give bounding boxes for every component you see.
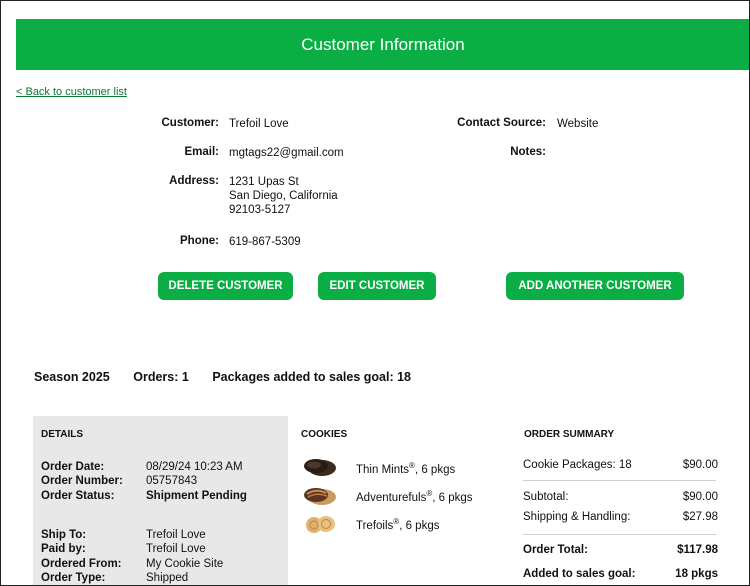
order-type-value: Shipped bbox=[146, 572, 189, 584]
back-to-customer-list-link[interactable]: < Back to customer list bbox=[16, 86, 127, 98]
cookie-packages-value: $90.00 bbox=[682, 459, 718, 471]
sales-goal-value: 18 pkgs bbox=[675, 568, 718, 580]
thin-mints-cookie-icon bbox=[304, 459, 336, 476]
order-type-label: Order Type: bbox=[41, 572, 106, 584]
cookie-qty: , 6 pkgs bbox=[414, 463, 456, 476]
address-label: Address: bbox=[169, 175, 219, 187]
sales-goal-row: Added to sales goal: 18 pkgs bbox=[523, 568, 718, 580]
order-total-label: Order Total: bbox=[523, 544, 588, 556]
contact-source-label: Contact Source: bbox=[457, 117, 546, 129]
order-status-value: Shipment Pending bbox=[146, 490, 247, 502]
sales-goal-label: Added to sales goal: bbox=[523, 568, 636, 580]
phone-label: Phone: bbox=[180, 235, 219, 247]
details-heading: DETAILS bbox=[41, 429, 84, 440]
season-label: Season 2025 bbox=[34, 370, 110, 384]
order-date-label: Order Date: bbox=[41, 461, 105, 473]
cookie-item-trefoils: Trefoils®, 6 pkgs bbox=[356, 517, 439, 532]
order-total-value: $117.98 bbox=[677, 544, 718, 556]
cookies-heading: COOKIES bbox=[301, 429, 348, 440]
notes-label: Notes: bbox=[510, 146, 546, 158]
paid-by-value: Trefoil Love bbox=[146, 543, 206, 555]
cookie-qty: , 6 pkgs bbox=[432, 491, 473, 504]
order-status-label: Order Status: bbox=[41, 490, 115, 502]
packages-added: Packages added to sales goal: 18 bbox=[212, 370, 412, 384]
ordered-from-value: My Cookie Site bbox=[146, 558, 224, 570]
add-another-customer-button[interactable]: ADD ANOTHER CUSTOMER bbox=[506, 272, 684, 300]
order-number-value: 05757843 bbox=[146, 475, 198, 487]
phone-value: 619-867-5309 bbox=[229, 236, 301, 248]
orders-count: Orders: 1 bbox=[133, 370, 189, 384]
cookie-packages-label: Cookie Packages: 18 bbox=[523, 459, 632, 471]
ordered-from-label: Ordered From: bbox=[41, 558, 122, 570]
divider bbox=[523, 480, 716, 481]
shipping-label: Shipping & Handling: bbox=[523, 511, 631, 523]
order-number-label: Order Number: bbox=[41, 475, 123, 487]
ship-to-value: Trefoil Love bbox=[146, 529, 206, 541]
ship-to-label: Ship To: bbox=[41, 529, 87, 541]
delete-customer-button[interactable]: DELETE CUSTOMER bbox=[158, 272, 293, 300]
address-line-3: 92103-5127 bbox=[229, 204, 291, 216]
subtotal-row: Subtotal: $90.00 bbox=[523, 491, 718, 503]
cookie-item-thin-mints: Thin Mints®, 6 pkgs bbox=[356, 461, 455, 476]
divider bbox=[523, 534, 716, 535]
order-total-row: Order Total: $117.98 bbox=[523, 544, 718, 556]
email-label: Email: bbox=[184, 146, 219, 158]
page-title: Customer Information bbox=[301, 35, 465, 54]
customer-label: Customer: bbox=[161, 117, 219, 129]
cookie-qty: , 6 pkgs bbox=[399, 519, 440, 532]
season-summary: Season 2025 Orders: 1 Packages added to … bbox=[34, 370, 431, 384]
cookie-item-adventurefuls: Adventurefuls®, 6 pkgs bbox=[356, 489, 473, 504]
adventurefuls-cookie-icon bbox=[304, 488, 336, 505]
shipping-row: Shipping & Handling: $27.98 bbox=[523, 511, 718, 523]
email-value: mgtags22@gmail.com bbox=[229, 147, 344, 159]
cookie-name: Thin Mints bbox=[356, 463, 410, 476]
cookie-name: Adventurefuls bbox=[356, 491, 427, 504]
cookie-packages-row: Cookie Packages: 18 $90.00 bbox=[523, 459, 718, 471]
address-value: 1231 Upas St San Diego, California 92103… bbox=[229, 175, 338, 217]
contact-source-value: Website bbox=[557, 118, 599, 130]
order-summary-heading: ORDER SUMMARY bbox=[524, 429, 615, 440]
order-date-value: 08/29/24 10:23 AM bbox=[146, 461, 243, 473]
page-header: Customer Information bbox=[16, 19, 749, 70]
subtotal-value: $90.00 bbox=[682, 491, 718, 503]
address-line-1: 1231 Upas St bbox=[229, 176, 299, 188]
page-frame: Customer Information < Back to customer … bbox=[0, 0, 750, 586]
trefoils-cookie-icon bbox=[306, 516, 335, 533]
edit-customer-button[interactable]: EDIT CUSTOMER bbox=[318, 272, 436, 300]
shipping-value: $27.98 bbox=[682, 511, 718, 523]
address-line-2: San Diego, California bbox=[229, 190, 338, 202]
customer-name: Trefoil Love bbox=[229, 118, 289, 130]
paid-by-label: Paid by: bbox=[41, 543, 86, 555]
subtotal-label: Subtotal: bbox=[523, 491, 569, 503]
cookie-name: Trefoils bbox=[356, 519, 394, 532]
